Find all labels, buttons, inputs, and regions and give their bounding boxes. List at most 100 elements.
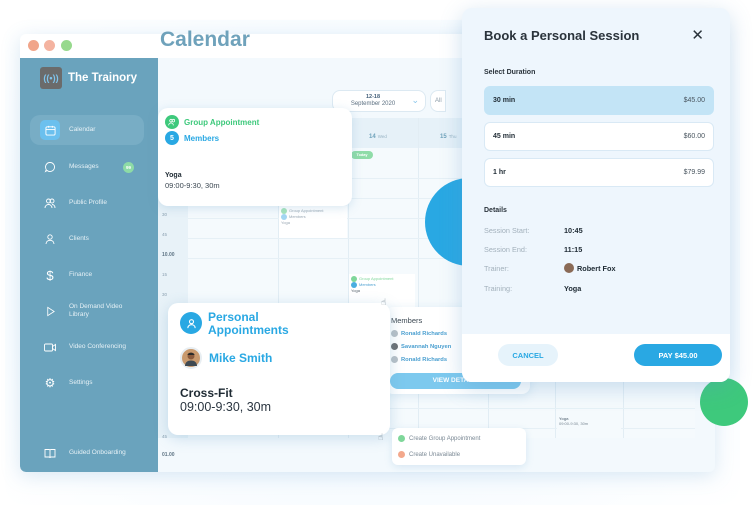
trainer-value: Robert Fox xyxy=(564,263,616,273)
user-icon xyxy=(180,312,202,334)
day-label: 15 Thu xyxy=(440,134,457,140)
session-end-label: Session End: xyxy=(484,245,527,254)
sidebar-item-label: Clients xyxy=(69,235,89,242)
personal-appointment-card[interactable]: Personal Appointments Mike Smith Cross-F… xyxy=(168,303,390,435)
duration-label: 45 min xyxy=(493,133,516,140)
training-value: Yoga xyxy=(564,284,582,293)
sidebar-item-video-library[interactable]: On Demand Video Library xyxy=(30,296,144,326)
duration-price: $45.00 xyxy=(683,97,705,104)
calendar-event[interactable]: Group Appointment Members Yoga xyxy=(279,206,347,238)
menu-item-create-group-appointment[interactable]: Create Group Appointment xyxy=(398,435,480,442)
training-name: Cross-Fit xyxy=(180,386,233,400)
time-tick: 15 xyxy=(162,272,168,277)
details-label: Details xyxy=(484,207,507,214)
sidebar-item-label: Video Conferencing xyxy=(69,343,126,350)
unavailable-icon xyxy=(398,451,405,458)
filter-select[interactable]: All xyxy=(430,90,446,112)
chat-icon xyxy=(40,157,60,177)
session-start-label: Session Start: xyxy=(484,226,530,235)
time-tick: 30 xyxy=(162,292,168,297)
select-duration-label: Select Duration xyxy=(484,69,536,76)
trainer-label: Trainer: xyxy=(484,264,509,273)
menu-item-create-unavailable[interactable]: Create Unavailable xyxy=(398,451,460,458)
date-range: 12-18 xyxy=(365,94,381,100)
trainer-avatar xyxy=(564,263,574,273)
group-icon xyxy=(398,435,405,442)
training-name: Yoga xyxy=(165,172,182,179)
member-item[interactable]: Ronald Richards xyxy=(391,356,447,363)
time-tick: 10.00 xyxy=(162,252,175,258)
calendar-icon xyxy=(40,120,60,140)
duration-option-1-hr[interactable]: 1 hr $79.99 xyxy=(484,158,714,187)
time-tick: 30 xyxy=(162,212,168,217)
sidebar-item-public-profile[interactable]: Public Profile xyxy=(30,188,144,218)
members-title: Members xyxy=(391,316,423,325)
sidebar-item-clients[interactable]: Clients xyxy=(30,224,144,254)
sidebar-item-label: Calendar xyxy=(69,126,96,133)
day-label: 14 Wed xyxy=(369,134,387,140)
appointment-type: Personal Appointments xyxy=(208,310,289,337)
day-header-14[interactable] xyxy=(348,118,418,148)
group-icon xyxy=(165,115,179,129)
maximize-window-button[interactable] xyxy=(61,40,72,51)
client-name[interactable]: Mike Smith xyxy=(209,351,272,365)
sidebar-item-label: Public Profile xyxy=(69,199,107,206)
sidebar-item-messages[interactable]: Messages 99 xyxy=(30,152,144,182)
today-badge: Today xyxy=(351,151,373,159)
sidebar: ((•)) The Trainory Calendar Messages 99 … xyxy=(20,58,158,472)
member-item[interactable]: Savannah Nguyen xyxy=(391,343,451,350)
dollar-icon: $ xyxy=(46,267,54,283)
avatar xyxy=(391,343,398,350)
session-start-value: 10:45 xyxy=(564,226,583,235)
hand-cursor-icon: ☝ xyxy=(378,432,384,442)
users-icon xyxy=(40,193,60,213)
play-icon xyxy=(40,301,60,321)
group-appointment-card[interactable]: Group Appointment 5 Members Yoga 09:00-9… xyxy=(158,108,352,206)
duration-option-30-min[interactable]: 30 min $45.00 xyxy=(484,86,714,115)
sidebar-item-settings[interactable]: ⚙ Settings xyxy=(30,368,144,398)
gear-icon: ⚙ xyxy=(44,376,56,390)
members-count: 5 xyxy=(165,131,179,145)
brand-name: The Trainory xyxy=(68,72,138,84)
duration-label: 30 min xyxy=(493,97,516,104)
video-icon xyxy=(40,337,60,357)
book-icon xyxy=(40,443,60,463)
sidebar-item-video-conferencing[interactable]: Video Conferencing xyxy=(30,332,144,362)
members-row[interactable]: 5 Members xyxy=(165,131,219,145)
sidebar-item-label: Messages xyxy=(69,163,99,170)
appointment-type: Group Appointment xyxy=(184,117,260,127)
hand-cursor-icon: ☝ xyxy=(381,297,387,307)
cancel-button[interactable]: CANCEL xyxy=(498,344,558,366)
messages-badge: 99 xyxy=(123,162,134,173)
duration-option-45-min[interactable]: 45 min $60.00 xyxy=(484,122,714,151)
sidebar-item-finance[interactable]: $ Finance xyxy=(30,260,144,290)
decorative-green-circle xyxy=(700,378,748,426)
sidebar-item-label: Finance xyxy=(69,271,93,278)
brand[interactable]: ((•)) The Trainory xyxy=(40,67,137,89)
date-month: September 2020 xyxy=(350,101,396,107)
sidebar-item-label: Guided Onboarding xyxy=(69,449,126,456)
calendar-event[interactable]: Yoga 09:00-9:30, 30m xyxy=(557,414,621,432)
session-end-value: 11:15 xyxy=(564,245,583,254)
duration-label: 1 hr xyxy=(493,169,506,176)
close-icon[interactable]: ✕ xyxy=(691,26,704,44)
training-time: 09:00-9:30, 30m xyxy=(180,400,272,414)
page-title: Calendar xyxy=(160,28,250,51)
duration-price: $60.00 xyxy=(683,133,705,140)
training-label: Training: xyxy=(484,284,513,293)
minimize-window-button[interactable] xyxy=(44,40,55,51)
client-avatar xyxy=(180,347,202,369)
training-time: 09:00-9:30, 30m xyxy=(165,181,220,190)
time-tick: 01.00 xyxy=(162,452,175,458)
close-window-button[interactable] xyxy=(28,40,39,51)
modal-footer: CANCEL PAY $45.00 xyxy=(462,334,730,382)
chevron-down-icon: ⌄ xyxy=(411,95,419,105)
sidebar-item-guided-onboarding[interactable]: Guided Onboarding xyxy=(30,438,144,468)
sidebar-item-label: On Demand Video Library xyxy=(69,303,123,318)
time-tick: 45 xyxy=(162,232,168,237)
member-item[interactable]: Ronald Richards xyxy=(391,330,447,337)
context-menu: Create Group Appointment Create Unavaila… xyxy=(392,428,526,465)
sidebar-item-calendar[interactable]: Calendar xyxy=(30,115,144,145)
pay-button[interactable]: PAY $45.00 xyxy=(634,344,722,366)
time-tick: 45 xyxy=(162,434,168,439)
